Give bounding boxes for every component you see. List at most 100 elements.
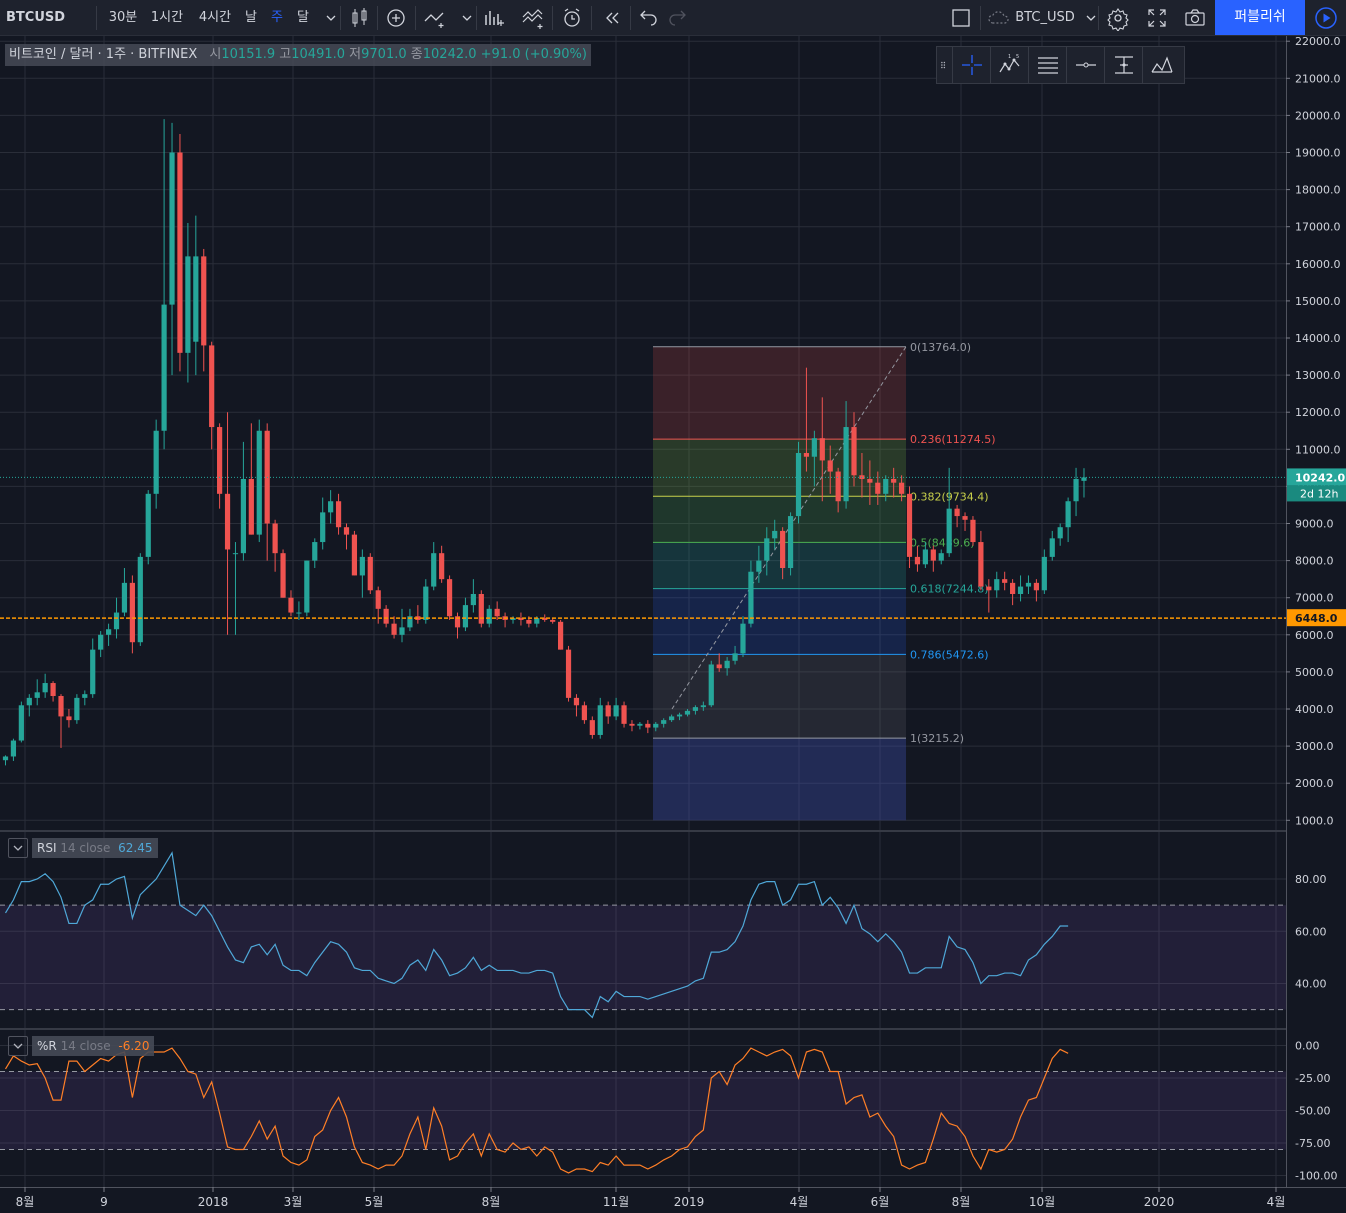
time-tick-label: 8월 — [952, 1195, 971, 1209]
price-tick-label: 3000.0 — [1295, 740, 1334, 753]
crosshair-tool-icon[interactable] — [953, 47, 991, 83]
fib-level-label: 0.236(11274.5) — [910, 433, 996, 446]
interval-30m-button[interactable]: 30분 — [106, 0, 140, 35]
interval-month-button[interactable]: 달 — [294, 0, 312, 35]
price-lines — [0, 476, 1286, 619]
candle-body — [375, 590, 381, 609]
candle-body — [787, 516, 794, 569]
compare-add-symbol-icon[interactable] — [383, 5, 409, 31]
candle-body — [26, 697, 32, 706]
cloud-icon[interactable] — [986, 5, 1012, 31]
drag-handle-icon[interactable] — [937, 47, 953, 83]
candle-body — [1017, 586, 1024, 594]
interval-dropdown-chevron-icon[interactable] — [318, 5, 336, 31]
undo-icon[interactable] — [636, 5, 662, 31]
candle-body — [716, 664, 722, 669]
toolbar-divider — [96, 6, 97, 30]
candle-body — [423, 586, 429, 620]
price-tick-label: 12000.0 — [1295, 406, 1341, 419]
candle-body — [232, 553, 239, 555]
indicators-icon[interactable] — [422, 5, 448, 31]
candle-body — [819, 438, 825, 461]
price-tick-label: 15000.0 — [1295, 295, 1341, 308]
candle-body — [1081, 477, 1087, 481]
candle-body — [526, 619, 532, 624]
alert-clock-icon[interactable] — [559, 5, 585, 31]
toolbar-divider — [1098, 6, 1099, 30]
play-icon[interactable] — [1313, 5, 1339, 31]
candle-body — [240, 478, 246, 554]
candle-body — [121, 582, 128, 613]
fib-level-label: 1(3215.2) — [910, 732, 964, 745]
williams-r-pane — [0, 1047, 1286, 1174]
layout-dropdown-chevron-icon[interactable] — [1078, 5, 1096, 31]
rsi-collapse-chevron-icon[interactable] — [8, 837, 28, 858]
redo-icon[interactable] — [664, 5, 690, 31]
symbol-search-button[interactable]: BTCUSD — [6, 0, 68, 35]
interval-week-button[interactable]: 주 — [268, 0, 286, 35]
bar-replay-icon[interactable] — [599, 5, 625, 31]
time-tick-label: 6월 — [871, 1195, 890, 1209]
price-tick-label: 17000.0 — [1295, 221, 1341, 234]
candle-body — [740, 623, 746, 654]
candle-body — [105, 629, 112, 635]
candle-body — [224, 493, 231, 550]
fullscreen-icon[interactable] — [1144, 5, 1170, 31]
price-tick-label: 6000.0 — [1295, 629, 1334, 642]
publish-button[interactable]: 퍼블리쉬 — [1215, 0, 1305, 35]
horizontal-line-tool-icon[interactable] — [1067, 47, 1105, 83]
interval-1h-button[interactable]: 1시간 — [146, 0, 188, 35]
candle-body — [256, 430, 262, 535]
interval-day-button[interactable]: 날 — [242, 0, 260, 35]
williams-r-name: %R — [37, 1039, 57, 1053]
time-tick-label: 10월 — [1029, 1195, 1055, 1209]
candle-body — [684, 710, 691, 715]
candles-chart-type-icon[interactable] — [347, 5, 373, 31]
time-tick-label: 11월 — [603, 1195, 629, 1209]
time-tick-label: 4월 — [1267, 1195, 1286, 1209]
candle-body — [986, 586, 992, 591]
candle-body — [708, 664, 714, 706]
fib-zone — [653, 542, 906, 589]
rsi-name: RSI — [37, 841, 57, 855]
candle-body — [534, 618, 540, 624]
financials-icon[interactable] — [481, 5, 507, 31]
indicators-dropdown-chevron-icon[interactable] — [454, 5, 472, 31]
candle-body — [217, 427, 223, 494]
candle-body — [193, 256, 199, 342]
templates-icon[interactable] — [520, 5, 546, 31]
candle-body — [613, 705, 619, 717]
gear-icon[interactable] — [1105, 5, 1131, 32]
williams-r-tick-label: -100.00 — [1295, 1170, 1337, 1183]
time-tick-label: 2018 — [198, 1195, 229, 1209]
layout-square-icon[interactable] — [948, 5, 974, 31]
price-tick-label: 11000.0 — [1295, 443, 1341, 456]
alert-price-label: 6448.0 — [1295, 612, 1338, 625]
candle-body — [756, 560, 762, 572]
rsi-value: 62.45 — [118, 841, 153, 855]
candle-body — [18, 705, 24, 741]
fib-zone — [653, 654, 906, 739]
candle-body — [558, 621, 564, 650]
candle-body — [732, 653, 738, 661]
rsi-legend: RSI 14 close 62.45 — [8, 837, 158, 858]
elliott-wave-tool-icon[interactable]: 15 — [991, 47, 1029, 83]
williams-r-collapse-chevron-icon[interactable] — [8, 1035, 28, 1056]
date-range-tool-icon[interactable] — [1105, 47, 1143, 83]
candle-body — [1073, 478, 1079, 502]
williams-r-tick-label: -25.00 — [1295, 1072, 1330, 1085]
candle-body — [34, 692, 40, 698]
saved-layout-name[interactable]: BTC_USD — [1014, 0, 1076, 35]
chart-canvas[interactable]: 0(13764.0)0.236(11274.5)0.382(9734.4)0.5… — [0, 36, 1346, 1213]
candle-body — [129, 582, 135, 643]
candle-body — [153, 430, 159, 494]
candle-body — [565, 649, 572, 698]
candle-body — [1010, 582, 1016, 594]
candle-body — [898, 482, 905, 494]
candle-body — [328, 501, 334, 513]
pattern-tool-icon[interactable] — [1143, 47, 1181, 83]
fib-levels-tool-icon[interactable] — [1029, 47, 1067, 83]
interval-4h-button[interactable]: 4시간 — [194, 0, 236, 35]
candle-body — [320, 512, 326, 543]
camera-icon[interactable] — [1182, 5, 1208, 31]
